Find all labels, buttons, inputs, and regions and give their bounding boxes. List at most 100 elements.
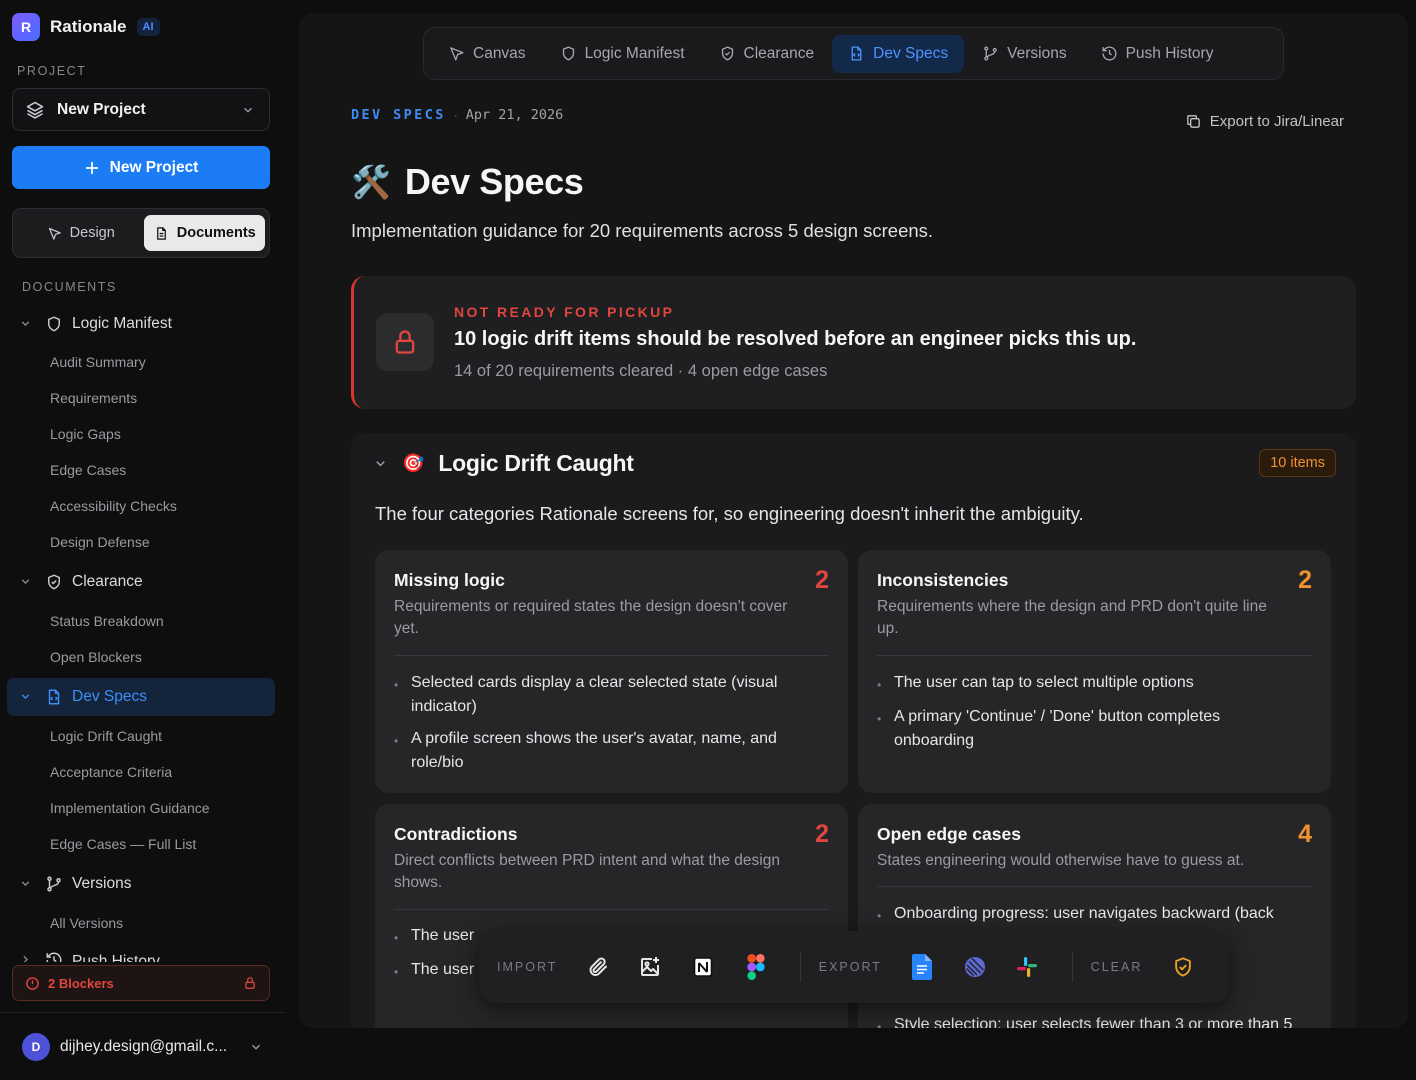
cursor-icon: [448, 45, 465, 62]
git-branch-icon: [45, 875, 63, 893]
tab-logic-manifest[interactable]: Logic Manifest: [544, 35, 701, 73]
tree-item-logic-drift-caught[interactable]: Logic Drift Caught: [7, 717, 275, 755]
tab-push-history[interactable]: Push History: [1085, 35, 1230, 73]
brand[interactable]: R Rationale AI: [12, 13, 160, 41]
git-branch-icon: [982, 45, 999, 62]
tree-item-edge-cases-full-list[interactable]: Edge Cases — Full List: [7, 825, 275, 863]
page-title-text: Dev Specs: [404, 161, 584, 202]
project-selector[interactable]: New Project: [12, 88, 270, 131]
cursor-icon: [47, 226, 62, 241]
chevron-down-icon: [19, 690, 32, 703]
logic-drift-header[interactable]: 🎯 Logic Drift Caught: [373, 450, 634, 477]
image-plus-icon[interactable]: [624, 947, 677, 987]
tree-item-label: Edge Cases — Full List: [50, 836, 197, 852]
alert-circle-icon: [25, 976, 40, 991]
tab-versions[interactable]: Versions: [966, 35, 1082, 73]
tree-item-all-versions[interactable]: All Versions: [7, 904, 275, 942]
main-panel: Canvas Logic Manifest Clearance Dev Spec…: [299, 13, 1408, 1028]
linear-icon[interactable]: [949, 947, 1002, 987]
top-tabs: Canvas Logic Manifest Clearance Dev Spec…: [423, 27, 1284, 80]
code-file-icon: [848, 45, 865, 62]
chevron-down-icon: [19, 317, 32, 330]
list-item-text: The user: [411, 961, 475, 978]
tree-item-label: Open Blockers: [50, 649, 142, 665]
card-count: 2: [815, 820, 829, 848]
tab-clearance[interactable]: Clearance: [703, 35, 831, 73]
tab-dev-specs[interactable]: Dev Specs: [832, 34, 965, 73]
new-project-button[interactable]: New Project: [12, 146, 270, 189]
tree-item-push-history[interactable]: Push History: [7, 944, 275, 962]
tree-item-status-breakdown[interactable]: Status Breakdown: [7, 602, 275, 640]
tree-item-label: Logic Drift Caught: [50, 728, 163, 744]
card-title: Missing logic: [394, 570, 505, 590]
shield-check-icon[interactable]: [1156, 947, 1209, 987]
notion-icon[interactable]: [677, 947, 730, 987]
blockers-indicator[interactable]: 2 Blockers: [12, 965, 270, 1001]
list-item: • A profile screen shows the user's avata…: [394, 727, 814, 775]
project-section-label: PROJECT: [17, 64, 87, 78]
shield-icon: [45, 315, 63, 333]
tree-item-clearance[interactable]: Clearance: [7, 563, 275, 601]
documents-mode-button[interactable]: Documents: [144, 215, 265, 251]
tree-item-edge-cases[interactable]: Edge Cases: [7, 451, 275, 489]
export-group-label: EXPORT: [818, 960, 882, 974]
alert-meta: 14 of 20 requirements cleared · 4 open e…: [454, 362, 828, 380]
list-item-text: Selected cards display a clear selected …: [411, 674, 778, 715]
readiness-alert: NOT READY FOR PICKUP 10 logic drift item…: [351, 276, 1356, 409]
tree-item-label: Implementation Guidance: [50, 800, 210, 816]
design-mode-button[interactable]: Design: [17, 215, 144, 251]
target-icon: 🎯: [402, 453, 425, 473]
tree-item-label: Acceptance Criteria: [50, 764, 173, 780]
tree-item-acceptance-criteria[interactable]: Acceptance Criteria: [7, 753, 275, 791]
tools-icon: 🛠️: [351, 164, 391, 200]
eyebrow-separator: ·: [453, 108, 458, 122]
export-to-jira-linear-button[interactable]: Export to Jira/Linear: [1185, 113, 1344, 130]
clear-group-label: CLEAR: [1090, 960, 1143, 974]
card-divider: [394, 909, 829, 910]
ai-badge: AI: [136, 18, 160, 36]
category-card-missing-logic: Missing logic 2 Requirements or required…: [375, 550, 848, 793]
tab-label: Canvas: [473, 44, 526, 62]
list-item-text: A primary 'Continue' / 'Done' button com…: [894, 708, 1221, 749]
tree-item-label: Dev Specs: [72, 688, 147, 705]
documents-mode-label: Documents: [176, 225, 256, 241]
section-intro: The four categories Rationale screens fo…: [375, 503, 1084, 524]
tree-item-audit-summary[interactable]: Audit Summary: [7, 343, 275, 381]
page-title: 🛠️ Dev Specs: [351, 161, 584, 203]
tree-item-implementation-guidance[interactable]: Implementation Guidance: [7, 789, 275, 827]
tab-canvas[interactable]: Canvas: [432, 35, 542, 73]
card-count: 2: [1298, 566, 1312, 594]
shield-icon: [560, 45, 577, 62]
page-subtitle: Implementation guidance for 20 requireme…: [351, 220, 934, 241]
tree-item-accessibility-checks[interactable]: Accessibility Checks: [7, 487, 275, 525]
tree-item-versions[interactable]: Versions: [7, 865, 275, 903]
tree-item-label: All Versions: [50, 915, 124, 931]
user-menu[interactable]: D dijhey.design@gmail.c...: [0, 1012, 285, 1080]
breadcrumb: DEV SPECS · Apr 21, 2026: [351, 107, 563, 123]
list-item: • The user can tap to select multiple opt…: [877, 671, 1297, 697]
mode-toggle: Design Documents: [12, 208, 270, 258]
tree-item-label: Edge Cases: [50, 462, 127, 478]
google-docs-icon[interactable]: [896, 947, 949, 987]
tree-item-requirements[interactable]: Requirements: [7, 379, 275, 417]
copy-icon: [1185, 113, 1202, 130]
card-count: 4: [1298, 820, 1312, 848]
slack-icon[interactable]: [1001, 947, 1054, 987]
figma-icon[interactable]: [729, 947, 782, 987]
tree-item-dev-specs[interactable]: Dev Specs: [7, 678, 275, 716]
list-item-text: Style selection: user selects fewer than…: [894, 1016, 1293, 1028]
tree-item-logic-manifest[interactable]: Logic Manifest: [7, 305, 275, 343]
list-item-text: The user can tap to select multiple opti…: [894, 674, 1194, 691]
tree-item-label: Logic Manifest: [72, 315, 172, 332]
sidebar: R Rationale AI PROJECT New Project New P…: [0, 0, 285, 1080]
tab-label: Versions: [1007, 44, 1067, 62]
items-count-badge: 10 items: [1259, 449, 1336, 477]
tree-item-logic-gaps[interactable]: Logic Gaps: [7, 415, 275, 453]
paperclip-icon[interactable]: [571, 947, 624, 987]
tree-item-label: Status Breakdown: [50, 613, 164, 629]
import-group-label: IMPORT: [497, 960, 558, 974]
alert-kicker: NOT READY FOR PICKUP: [454, 304, 675, 320]
list-item: • Style selection: user selects fewer tha…: [877, 1013, 1297, 1028]
tree-item-open-blockers[interactable]: Open Blockers: [7, 638, 275, 676]
tree-item-design-defense[interactable]: Design Defense: [7, 523, 275, 561]
